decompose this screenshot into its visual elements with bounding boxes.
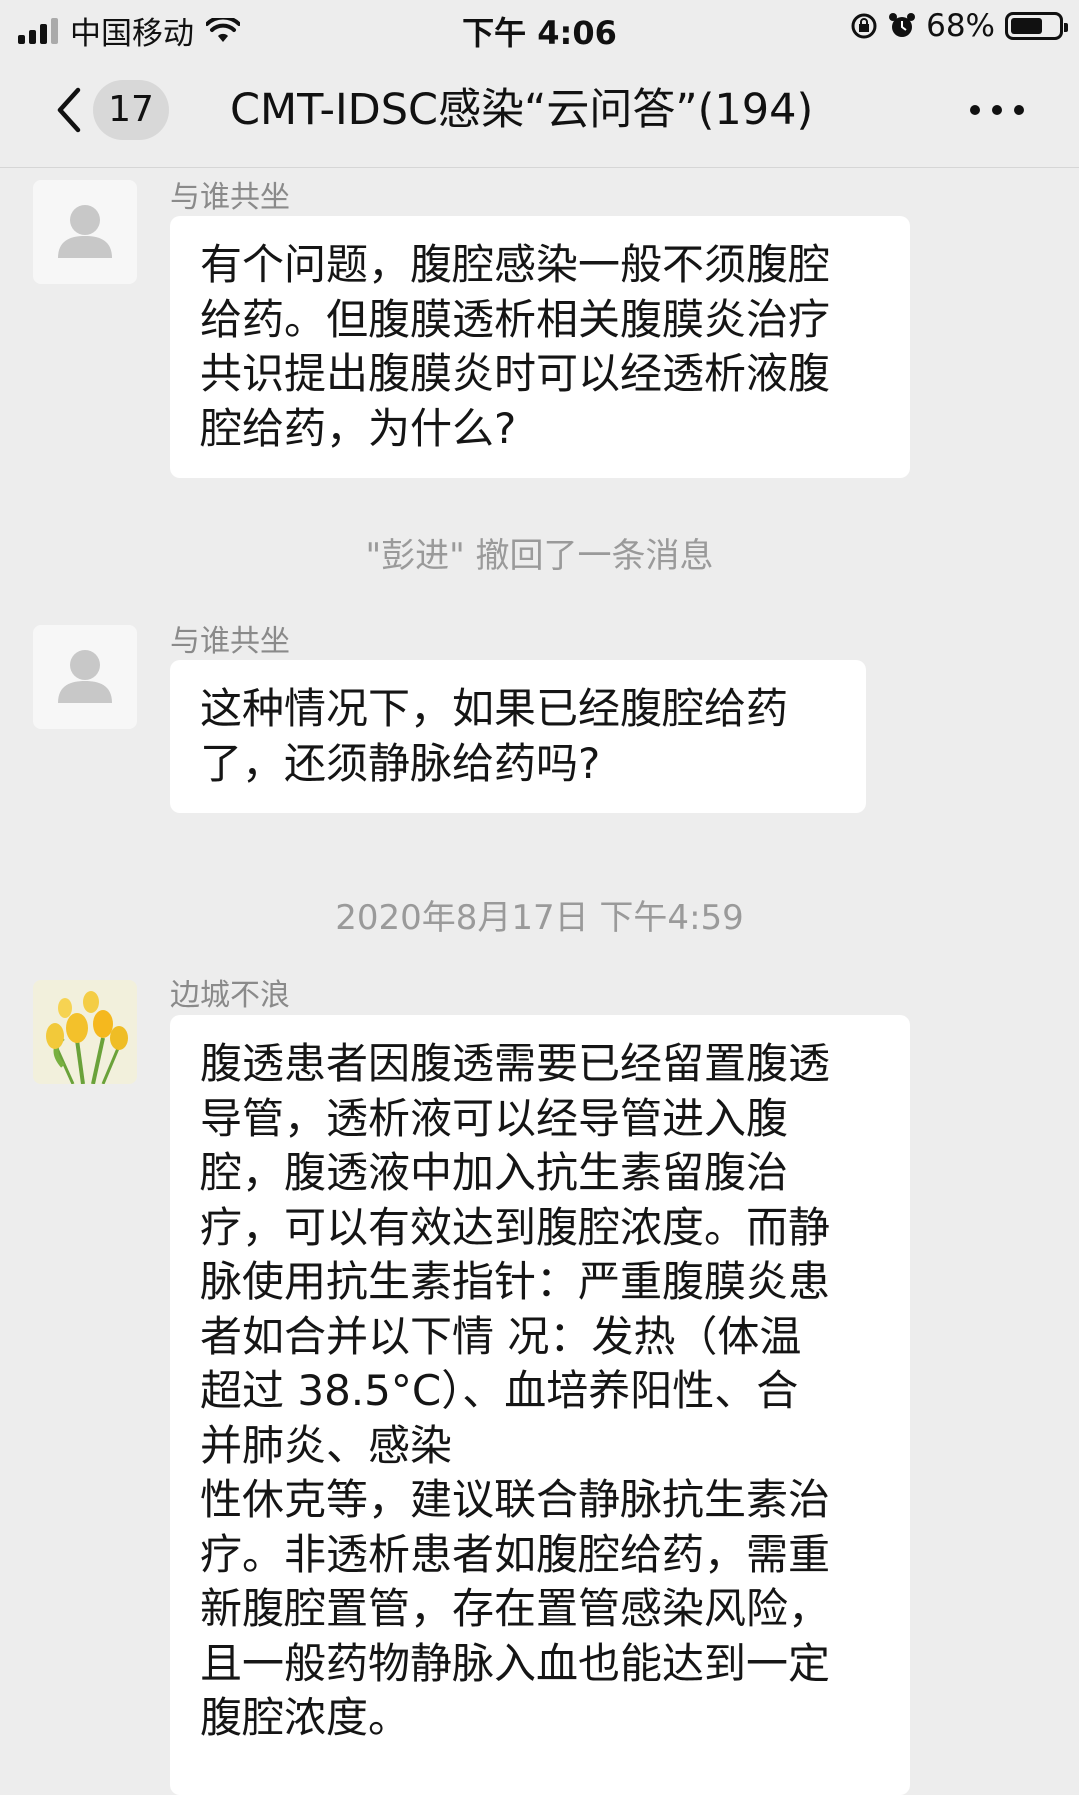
- avatar[interactable]: [33, 180, 137, 284]
- orientation-lock-icon: [851, 13, 877, 39]
- message-line: 超过 38.5°C）、血培养阳性、合: [200, 1366, 799, 1415]
- message-line: 并肺炎、感染: [200, 1420, 453, 1470]
- status-bar: 中国移动 下午 4:06 68%: [0, 0, 1079, 52]
- message-line: 者如合并以下情 况：发热（体温: [200, 1311, 802, 1361]
- sender-name: 边城不浪: [170, 978, 290, 1013]
- default-avatar-icon: [58, 205, 112, 258]
- message-line: 且一般药物静脉入血也能达到一定: [200, 1638, 831, 1688]
- recall-notice: "彭进" 撤回了一条消息: [365, 536, 714, 576]
- message-line: 新腹腔置管，存在置管感染风险，: [200, 1584, 831, 1633]
- message-line: 了，还须静脉给药吗?: [200, 738, 601, 788]
- message-line: 疗，可以有效达到腹腔浓度。而静: [200, 1202, 831, 1252]
- message-line: 腔，腹透液中加入抗生素留腹治: [200, 1148, 789, 1197]
- message-line: 导管，透析液可以经导管进入腹: [200, 1093, 789, 1143]
- timestamp: 2020年8月17日 下午4:59: [335, 898, 744, 938]
- message-line: 脉使用抗生素指针：严重腹膜炎患: [200, 1257, 831, 1306]
- message-line: 有个问题，腹腔感染一般不须腹腔: [200, 240, 831, 289]
- alarm-icon: [889, 13, 916, 37]
- message-line: 共识提出腹膜炎时可以经透析液腹: [200, 349, 831, 398]
- message-line: 性休克等，建议联合静脉抗生素治: [200, 1475, 831, 1524]
- status-right: 68%: [850, 8, 1068, 44]
- battery-fill: [1011, 18, 1043, 34]
- message-bubble[interactable]: 有个问题，腹腔感染一般不须腹腔 给药。但腹膜透析相关腹膜炎治疗 共识提出腹膜炎时…: [170, 216, 910, 478]
- more-options-icon[interactable]: [970, 102, 1024, 118]
- default-avatar-icon: [58, 650, 112, 703]
- message-line: 腹腔浓度。: [200, 1693, 411, 1742]
- sender-name: 与谁共坐: [170, 180, 290, 215]
- message-line: 给药。但腹膜透析相关腹膜炎治疗: [200, 294, 831, 344]
- avatar[interactable]: [33, 980, 137, 1084]
- message-line: 疗。非透析患者如腹腔给药，需重: [200, 1529, 831, 1579]
- message-line: 这种情况下，如果已经腹腔给药: [200, 684, 789, 733]
- battery-percent: 68%: [926, 8, 995, 44]
- flower-avatar-icon: [33, 980, 137, 1084]
- back-chevron-icon[interactable]: [50, 86, 90, 134]
- message-line: 腔给药，为什么?: [200, 403, 517, 453]
- unread-count-badge[interactable]: 17: [93, 80, 169, 140]
- avatar[interactable]: [33, 625, 137, 729]
- message-bubble[interactable]: 这种情况下，如果已经腹腔给药 了，还须静脉给药吗?: [170, 660, 866, 813]
- chat-title: CMT-IDSC感染“云问答”(194): [230, 85, 814, 135]
- battery-icon: [1005, 12, 1068, 40]
- sender-name: 与谁共坐: [170, 624, 290, 659]
- message-line: 腹透患者因腹透需要已经留置腹透: [200, 1039, 831, 1088]
- message-bubble[interactable]: 腹透患者因腹透需要已经留置腹透 导管，透析液可以经导管进入腹 腔，腹透液中加入抗…: [170, 1015, 910, 1795]
- chat-header: 17 CMT-IDSC感染“云问答”(194): [0, 52, 1079, 168]
